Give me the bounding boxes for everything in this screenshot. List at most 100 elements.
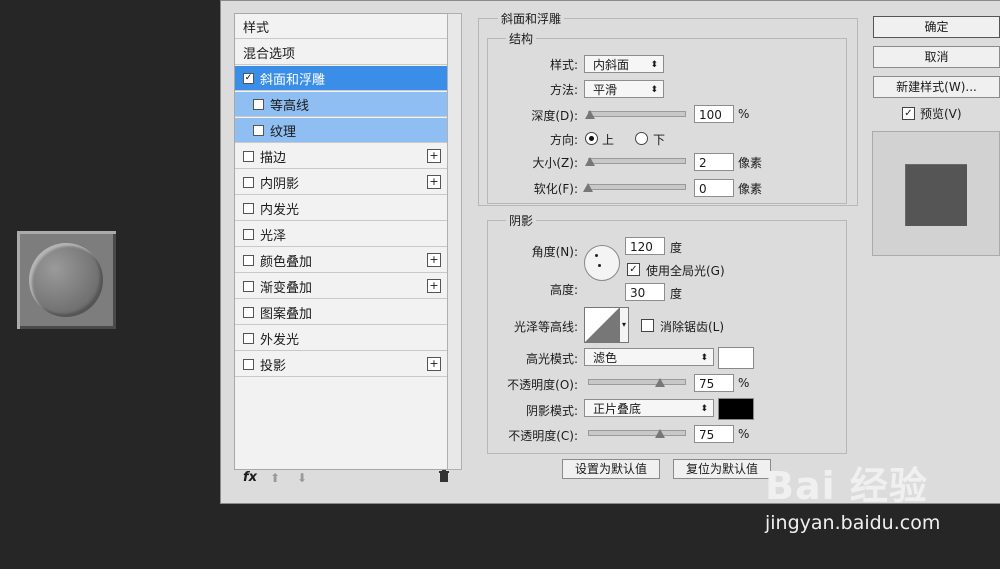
reset-default-button[interactable]: 复位为默认值 <box>673 459 771 479</box>
soften-unit: 像素 <box>738 182 763 196</box>
preview-checkbox[interactable]: ✓ <box>902 107 915 120</box>
set-default-button[interactable]: 设置为默认值 <box>562 459 660 479</box>
direction-up-label: 上 <box>602 133 615 147</box>
size-label: 大小(Z): <box>532 156 578 170</box>
style-list-item[interactable]: 颜色叠加 + <box>235 248 447 273</box>
shadow-opacity-slider[interactable] <box>588 430 686 436</box>
select-arrow-icon: ⬍ <box>700 353 708 363</box>
style-list-label: 外发光 <box>260 332 300 348</box>
style-list-checkbox[interactable] <box>243 306 254 318</box>
size-slider-thumb[interactable] <box>584 157 595 166</box>
direction-up-radio[interactable] <box>585 132 598 145</box>
soften-input[interactable]: 0 <box>694 179 734 197</box>
move-down-icon[interactable]: ⬇ <box>297 471 307 485</box>
style-list-item[interactable]: 外发光 <box>235 326 447 351</box>
depth-slider[interactable] <box>588 111 686 117</box>
soften-slider[interactable] <box>588 184 686 190</box>
style-list-item[interactable]: 图案叠加 <box>235 300 447 325</box>
antialias-checkbox[interactable] <box>641 319 654 332</box>
direction-down-label: 下 <box>653 133 666 147</box>
global-light-checkbox[interactable]: ✓ <box>627 263 640 276</box>
trash-icon[interactable] <box>438 470 450 486</box>
style-list-checkbox[interactable] <box>253 98 264 110</box>
gloss-contour-swatch[interactable] <box>584 307 620 343</box>
add-effect-plus-icon[interactable]: + <box>427 253 441 267</box>
style-list-checkbox[interactable] <box>243 358 254 370</box>
antialias-label: 消除锯齿(L) <box>660 320 725 334</box>
style-list-item[interactable]: 投影 + <box>235 352 447 377</box>
angle-unit: 度 <box>670 241 683 255</box>
depth-slider-thumb[interactable] <box>584 110 595 119</box>
style-list-label: 光泽 <box>260 228 287 244</box>
style-list-item[interactable]: 内发光 <box>235 196 447 221</box>
cancel-button[interactable]: 取消 <box>873 46 1000 68</box>
canvas-preview-object <box>17 231 116 329</box>
style-list-item[interactable]: 混合选项 <box>235 40 447 65</box>
move-up-icon[interactable]: ⬆ <box>270 471 280 485</box>
highlight-opacity-input[interactable]: 75 <box>694 374 734 392</box>
highlight-opacity-label: 不透明度(O): <box>507 378 578 392</box>
ok-button[interactable]: 确定 <box>873 16 1000 38</box>
altitude-input[interactable]: 30 <box>625 283 665 301</box>
shadow-mode-select[interactable]: 正片叠底 ⬍ <box>584 399 714 417</box>
style-list-item[interactable]: 内阴影 + <box>235 170 447 195</box>
highlight-opacity-thumb[interactable] <box>655 378 665 387</box>
method-select[interactable]: 平滑 ⬍ <box>584 80 664 98</box>
style-list-label: 混合选项 <box>243 46 296 62</box>
style-list-label: 渐变叠加 <box>260 280 313 296</box>
new-style-button[interactable]: 新建样式(W)... <box>873 76 1000 98</box>
style-list-checkbox[interactable] <box>243 202 254 214</box>
style-list-item[interactable]: 渐变叠加 + <box>235 274 447 299</box>
size-input[interactable]: 2 <box>694 153 734 171</box>
highlight-mode-select[interactable]: 滤色 ⬍ <box>584 348 714 366</box>
style-list-item[interactable]: 纹理 <box>235 118 447 143</box>
style-list-label: 等高线 <box>270 98 310 114</box>
soften-slider-thumb[interactable] <box>583 183 593 192</box>
select-arrow-icon: ⬍ <box>650 85 658 95</box>
style-list-item[interactable]: 光泽 <box>235 222 447 247</box>
style-list-checkbox[interactable]: ✓ <box>243 72 254 84</box>
style-list-checkbox[interactable] <box>243 280 254 292</box>
depth-input[interactable]: 100 <box>694 105 734 123</box>
style-list-label: 内发光 <box>260 202 300 218</box>
highlight-opacity-unit: % <box>738 376 750 390</box>
style-list-checkbox[interactable] <box>243 254 254 266</box>
angle-dial[interactable] <box>584 245 620 281</box>
style-list-item[interactable]: 样式 <box>235 14 447 39</box>
size-slider[interactable] <box>588 158 686 164</box>
style-list-checkbox[interactable] <box>243 176 254 188</box>
fx-button[interactable]: fx <box>243 470 257 485</box>
style-list-label: 图案叠加 <box>260 306 313 322</box>
add-effect-plus-icon[interactable]: + <box>427 279 441 293</box>
style-list-checkbox[interactable] <box>243 228 254 240</box>
select-arrow-icon: ⬍ <box>700 404 708 414</box>
style-list-item[interactable]: 描边 + <box>235 144 447 169</box>
soften-label: 软化(F): <box>533 182 578 196</box>
highlight-opacity-slider[interactable] <box>588 379 686 385</box>
style-list-checkbox[interactable] <box>253 124 264 136</box>
style-list-checkbox[interactable] <box>243 150 254 162</box>
watermark-brand: Bai 经验 <box>765 464 928 508</box>
add-effect-plus-icon[interactable]: + <box>427 357 441 371</box>
add-effect-plus-icon[interactable]: + <box>427 149 441 163</box>
embossed-disc <box>29 243 103 317</box>
bevel-style-select[interactable]: 内斜面 ⬍ <box>584 55 664 73</box>
select-arrow-icon: ⬍ <box>650 60 658 70</box>
highlight-color-swatch[interactable] <box>718 347 754 369</box>
shadow-opacity-input[interactable]: 75 <box>694 425 734 443</box>
angle-dial-handle <box>595 254 598 257</box>
direction-down-radio[interactable] <box>635 132 648 145</box>
angle-input[interactable]: 120 <box>625 237 665 255</box>
style-list-item[interactable]: ✓ 斜面和浮雕 <box>235 66 447 91</box>
style-list-checkbox[interactable] <box>243 332 254 344</box>
gloss-contour-label: 光泽等高线: <box>513 320 578 334</box>
add-effect-plus-icon[interactable]: + <box>427 175 441 189</box>
style-list-scrollbar[interactable] <box>447 13 462 470</box>
shadow-color-swatch[interactable] <box>718 398 754 420</box>
style-list-footer: fx ⬆ ⬇ <box>234 469 460 491</box>
gloss-contour-dropdown-icon[interactable]: ▾ <box>619 307 629 343</box>
style-list-item[interactable]: 等高线 <box>235 92 447 117</box>
shadow-opacity-unit: % <box>738 427 750 441</box>
shadow-opacity-thumb[interactable] <box>655 429 665 438</box>
style-label: 样式: <box>549 58 578 72</box>
